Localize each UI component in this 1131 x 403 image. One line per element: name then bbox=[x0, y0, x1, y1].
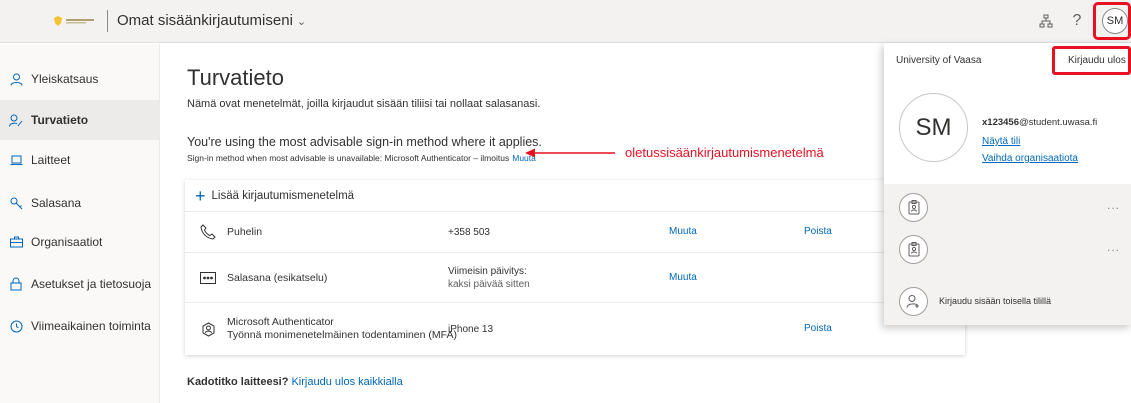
method-value: Viimeisin päivitys: kaksi päivää sitten bbox=[448, 265, 530, 291]
method-name: Salasana (esikatselu) bbox=[227, 272, 328, 284]
university-logo[interactable] bbox=[52, 15, 96, 27]
app-title-text: Omat sisäänkirjautumiseni bbox=[117, 12, 293, 29]
lost-device-question: Kadotitko laitteesi? bbox=[187, 376, 289, 388]
annotation-label: oletussisäänkirjautumismenetelmä bbox=[625, 145, 824, 160]
method-name: Microsoft Authenticator Työnnä monimenet… bbox=[227, 316, 457, 342]
method-name: Puhelin bbox=[227, 226, 263, 238]
sidebar-item-password[interactable]: Salasana bbox=[0, 183, 160, 223]
sign-in-other-account-button[interactable]: Kirjaudu sisään toisella tilillä bbox=[884, 282, 1131, 322]
account-flyout: University of Vaasa Kirjaudu ulos SM x12… bbox=[884, 43, 1131, 325]
change-phone-button[interactable]: Muuta bbox=[669, 226, 697, 237]
authenticator-description: Työnnä monimenetelmäinen todentaminen (M… bbox=[227, 329, 457, 341]
add-method-label: Lisää kirjautumismenetelmä bbox=[211, 189, 355, 202]
badge-icon bbox=[899, 235, 928, 264]
add-method-button[interactable]: + Lisää kirjautumismenetelmä bbox=[185, 180, 965, 212]
method-row-phone: Puhelin +358 503 Muuta Poista bbox=[185, 212, 965, 253]
authenticator-icon bbox=[199, 320, 217, 338]
sidebar-item-label: Organisaatiot bbox=[31, 235, 103, 249]
authenticator-name: Microsoft Authenticator bbox=[227, 316, 334, 328]
default-method-text: Sign-in method when most advisable is un… bbox=[187, 153, 536, 163]
top-bar: Omat sisäänkirjautumiseni ⌄ ? SM bbox=[0, 0, 1131, 43]
methods-card: + Lisää kirjautumismenetelmä Puhelin +35… bbox=[185, 180, 965, 355]
advisable-method-text: You're using the most advisable sign-in … bbox=[187, 135, 542, 149]
change-password-button[interactable]: Muuta bbox=[669, 272, 697, 283]
annotation-arrow-icon bbox=[525, 148, 615, 158]
sidebar-item-label: Viimeaikainen toiminta bbox=[31, 319, 151, 333]
sidebar-item-recent-activity[interactable]: Viimeaikainen toiminta bbox=[0, 306, 160, 346]
sidebar-item-overview[interactable]: Yleiskatsaus bbox=[0, 59, 160, 99]
phone-icon bbox=[199, 223, 217, 241]
last-updated-value: kaksi päivää sitten bbox=[448, 279, 530, 290]
page-subtitle: Nämä ovat menetelmät, joilla kirjaudut s… bbox=[187, 98, 541, 110]
account-email-user: x123456 bbox=[982, 117, 1019, 128]
avatar-large: SM bbox=[899, 93, 968, 162]
badge-icon bbox=[899, 193, 928, 222]
sidebar-item-label: Salasana bbox=[31, 196, 82, 210]
method-row-authenticator: Microsoft Authenticator Työnnä monimenet… bbox=[185, 303, 965, 355]
sidebar-item-label: Laitteet bbox=[31, 153, 71, 167]
person-icon bbox=[9, 72, 23, 86]
default-method-label: Sign-in method when most advisable is un… bbox=[187, 153, 510, 163]
plus-icon: + bbox=[195, 185, 206, 206]
account-row[interactable]: ... bbox=[884, 230, 1131, 270]
key-icon bbox=[9, 196, 23, 210]
sidebar-item-devices[interactable]: Laitteet bbox=[0, 140, 160, 180]
highlight-box-signout bbox=[1052, 46, 1131, 75]
sign-in-other-account-label: Kirjaudu sisään toisella tilillä bbox=[939, 296, 1052, 306]
account-email: x123456@student.uwasa.fi bbox=[982, 117, 1097, 128]
sidebar-item-label: Asetukset ja tietosuoja bbox=[31, 277, 152, 291]
view-account-link[interactable]: Näytä tili bbox=[982, 136, 1020, 147]
sidebar: Yleiskatsaus Turvatieto Laitteet Salasan… bbox=[0, 44, 160, 403]
other-accounts-section: ... ... Kirjaudu sisään toisella tilillä bbox=[884, 184, 1131, 325]
history-icon bbox=[9, 319, 23, 333]
sidebar-item-label: Turvatieto bbox=[31, 113, 89, 127]
last-updated-label: Viimeisin päivitys: bbox=[448, 266, 527, 277]
org-chart-icon[interactable] bbox=[1035, 10, 1057, 32]
sidebar-item-label: Yleiskatsaus bbox=[31, 72, 99, 86]
account-email-domain: @student.uwasa.fi bbox=[1018, 117, 1098, 128]
help-icon[interactable]: ? bbox=[1066, 10, 1088, 32]
sidebar-item-settings-privacy[interactable]: Asetukset ja tietosuoja bbox=[0, 264, 160, 304]
method-row-password: Salasana (esikatselu) Viimeisin päivitys… bbox=[185, 253, 965, 303]
method-value: +358 503 bbox=[448, 227, 490, 238]
method-value: iPhone 13 bbox=[448, 324, 494, 335]
switch-organization-link[interactable]: Vaihda organisaatiota bbox=[982, 153, 1078, 164]
organization-name: University of Vaasa bbox=[896, 55, 982, 66]
more-options-icon[interactable]: ... bbox=[1107, 198, 1120, 212]
lost-device-text: Kadotitko laitteesi? Kirjaudu ulos kaikki… bbox=[187, 376, 403, 388]
sidebar-item-security-info[interactable]: Turvatieto bbox=[0, 100, 160, 140]
app-title-menu[interactable]: Omat sisäänkirjautumiseni ⌄ bbox=[117, 12, 306, 29]
briefcase-icon bbox=[9, 235, 23, 249]
add-person-icon bbox=[899, 287, 928, 316]
delete-phone-button[interactable]: Poista bbox=[804, 226, 832, 237]
more-options-icon[interactable]: ... bbox=[1107, 240, 1120, 254]
lock-icon bbox=[9, 277, 23, 291]
account-row[interactable]: ... bbox=[884, 188, 1131, 228]
sidebar-item-organizations[interactable]: Organisaatiot bbox=[0, 222, 160, 262]
chevron-down-icon: ⌄ bbox=[296, 16, 307, 28]
page-title: Turvatieto bbox=[187, 65, 285, 90]
security-info-icon bbox=[9, 113, 23, 127]
logo-divider bbox=[107, 10, 108, 32]
highlight-box-avatar bbox=[1093, 2, 1131, 40]
password-icon bbox=[199, 269, 217, 287]
laptop-icon bbox=[9, 153, 23, 167]
delete-authenticator-button[interactable]: Poista bbox=[804, 323, 832, 334]
sign-out-everywhere-link[interactable]: Kirjaudu ulos kaikkialla bbox=[291, 376, 402, 388]
